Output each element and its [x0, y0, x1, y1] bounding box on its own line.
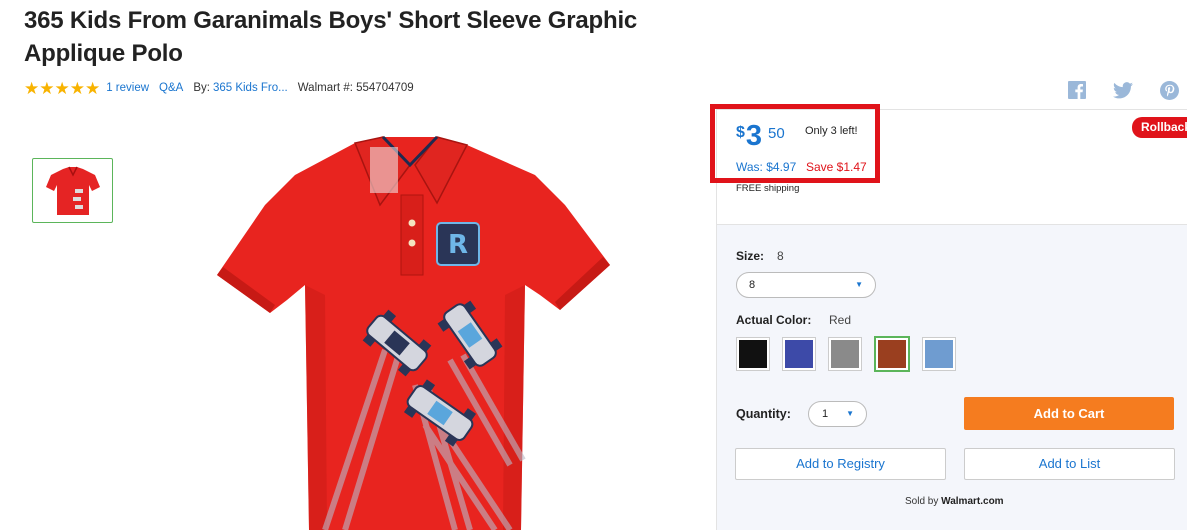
quantity-dropdown[interactable]: 1 ▼: [808, 401, 867, 427]
walmart-number: Walmart #: 554704709: [297, 82, 414, 94]
swatch-color: [831, 340, 859, 368]
twitter-icon[interactable]: [1113, 80, 1133, 100]
svg-text:R: R: [448, 230, 468, 260]
options-panel-divider: [716, 224, 1187, 225]
pinterest-icon[interactable]: [1159, 80, 1179, 100]
swatch-color: [739, 340, 767, 368]
rating-stars[interactable]: ★★★★★: [24, 80, 100, 97]
add-to-cart-button[interactable]: Add to Cart: [964, 397, 1174, 430]
reviews-link[interactable]: 1 review: [106, 82, 149, 94]
size-value: 8: [777, 249, 784, 263]
quantity-label: Quantity:: [736, 407, 791, 421]
quantity-value: 1: [822, 408, 829, 420]
color-swatch-black[interactable]: [736, 337, 770, 371]
chevron-down-icon: ▼: [855, 280, 863, 289]
rating-stars-icon: ★★★★★: [24, 78, 101, 98]
color-swatch-red[interactable]: [874, 336, 910, 372]
price-highlight-box: [710, 104, 880, 183]
qa-link[interactable]: Q&A: [159, 82, 183, 94]
social-share: [1067, 80, 1179, 100]
color-swatch-light-blue[interactable]: [922, 337, 956, 371]
size-dropdown[interactable]: 8 ▼: [736, 272, 876, 298]
thumbnail-shirt-image: [45, 166, 100, 215]
options-panel: [717, 224, 1187, 530]
product-meta: ★★★★★ 1 review Q&A By: 365 Kids Fro... W…: [24, 79, 414, 97]
brand-link[interactable]: 365 Kids Fro...: [213, 82, 288, 94]
swatch-color: [785, 340, 813, 368]
sold-by-prefix: Sold by: [905, 496, 939, 507]
color-swatch-blue[interactable]: [782, 337, 816, 371]
shipping-notice: FREE shipping: [736, 183, 800, 194]
swatch-color: [878, 340, 906, 368]
rollback-badge: Rollback: [1132, 117, 1187, 138]
product-main-image[interactable]: R: [205, 135, 625, 530]
red-polo-shirt-image: R: [217, 135, 610, 530]
seller-name[interactable]: Walmart.com: [941, 496, 1003, 507]
color-label: Actual Color:: [736, 313, 812, 327]
chevron-down-icon: ▼: [846, 409, 854, 418]
add-to-list-button[interactable]: Add to List: [964, 448, 1175, 480]
add-to-registry-button[interactable]: Add to Registry: [735, 448, 946, 480]
facebook-icon[interactable]: [1067, 80, 1087, 100]
product-thumbnail[interactable]: [32, 158, 113, 223]
by-label: By:: [193, 82, 210, 94]
color-swatch-gray[interactable]: [828, 337, 862, 371]
size-label: Size:: [736, 249, 765, 263]
size-dropdown-value: 8: [749, 279, 756, 291]
product-title: 365 Kids From Garanimals Boys' Short Sle…: [24, 7, 638, 67]
color-swatches: [736, 336, 956, 372]
sold-by: Sold by Walmart.com: [905, 496, 1004, 507]
color-value: Red: [829, 313, 852, 327]
swatch-color: [925, 340, 953, 368]
